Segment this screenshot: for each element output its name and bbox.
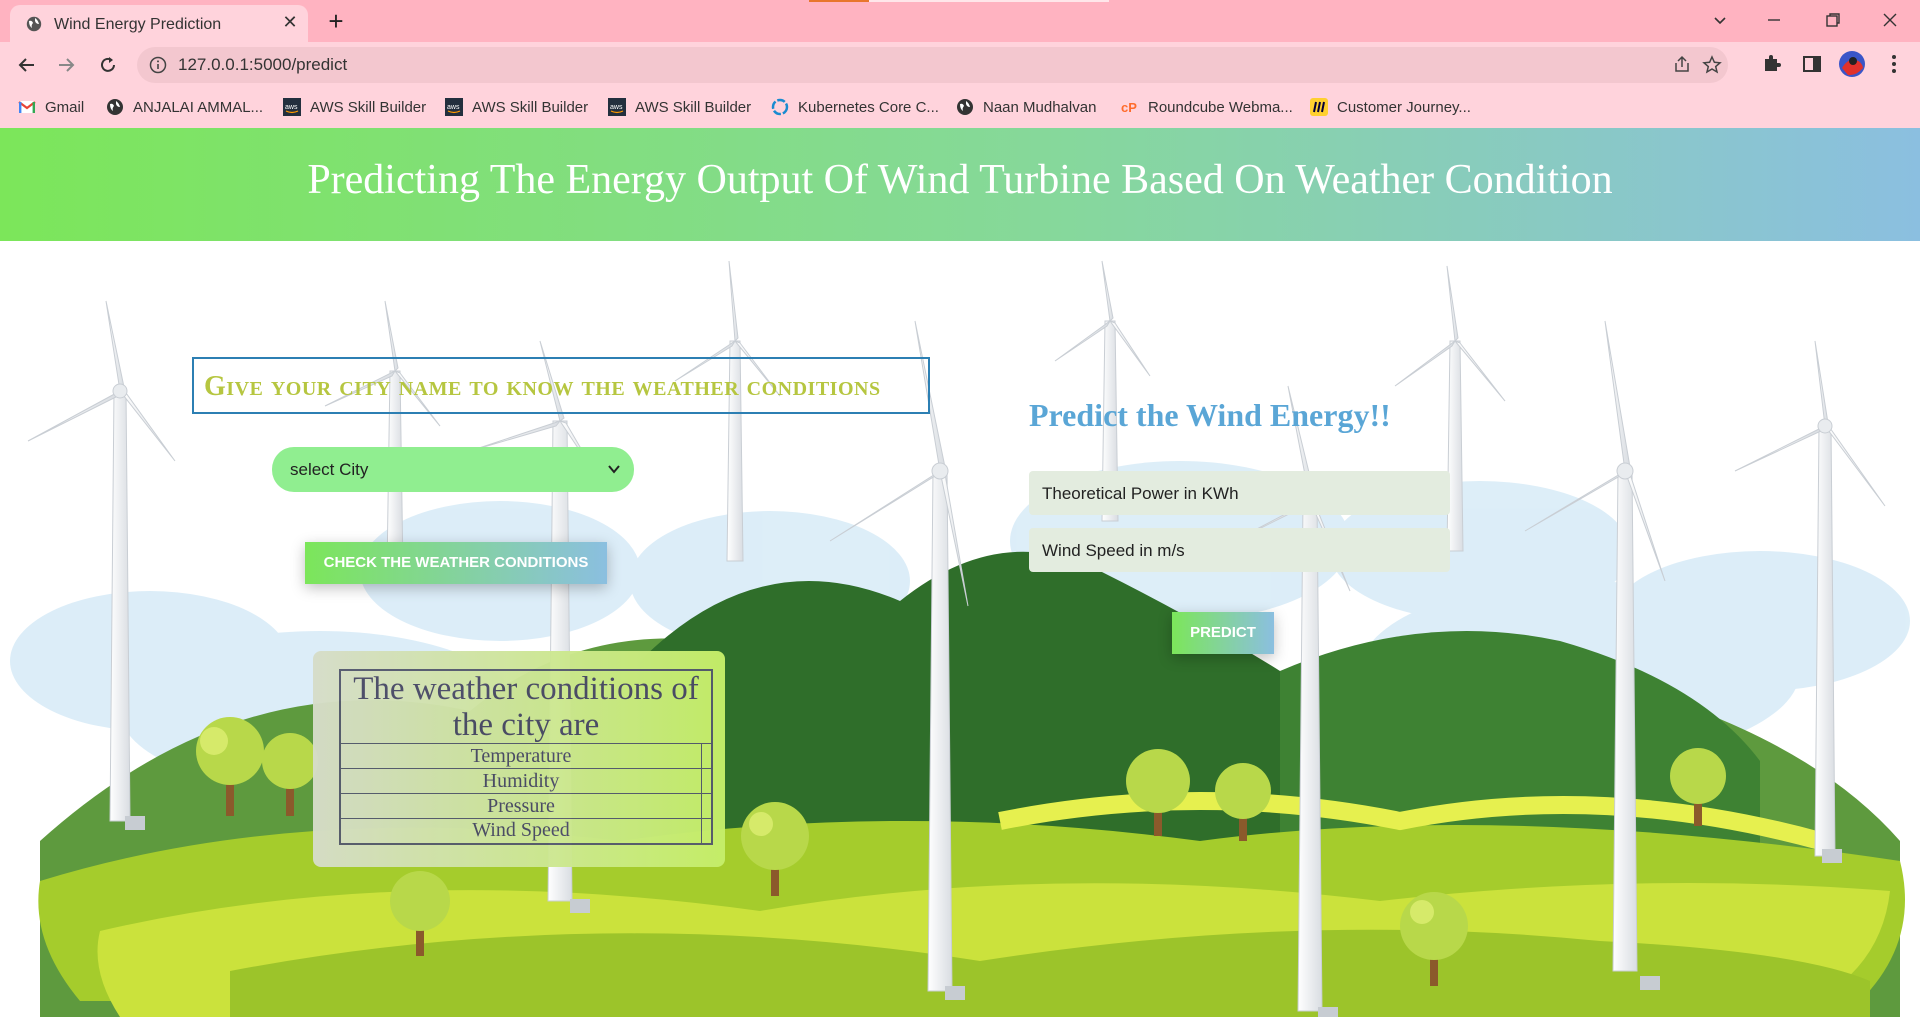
svg-text:cP: cP xyxy=(1121,100,1137,115)
weather-value-humidity xyxy=(701,768,713,794)
forward-icon[interactable] xyxy=(52,51,80,79)
close-window-icon[interactable] xyxy=(1870,6,1910,34)
reload-icon[interactable] xyxy=(94,51,122,79)
menu-kebab-icon[interactable] xyxy=(1882,52,1906,76)
bookmarks-bar: Gmail ANJALAI AMMAL... aws AWS Skill Bui… xyxy=(0,88,1920,124)
close-tab-icon[interactable]: ✕ xyxy=(280,12,300,32)
wind-speed-placeholder: Wind Speed in m/s xyxy=(1042,541,1185,560)
loading-accent xyxy=(809,0,869,2)
tab-bar: Wind Energy Prediction ✕ + xyxy=(0,0,1920,42)
city-heading-box: Give your city name to know the weather … xyxy=(192,357,930,414)
weather-value-pressure xyxy=(701,793,713,819)
globe-icon xyxy=(957,99,973,115)
bookmark-label: ANJALAI AMMAL... xyxy=(133,98,264,116)
bookmark-aws-2[interactable]: aws AWS Skill Builder xyxy=(445,96,588,118)
restore-icon[interactable] xyxy=(1813,6,1853,34)
cpanel-icon: cP xyxy=(1121,100,1137,115)
table-row: Wind Speed xyxy=(339,818,713,844)
city-select-value: select City xyxy=(290,460,369,479)
city-heading: Give your city name to know the weather … xyxy=(204,371,881,402)
weather-value-wind-speed xyxy=(701,818,713,844)
bookmark-label: AWS Skill Builder xyxy=(635,98,752,116)
profile-avatar[interactable] xyxy=(1838,50,1866,78)
predict-heading: Predict the Wind Energy!! xyxy=(1029,397,1391,433)
browser-chrome: Wind Energy Prediction ✕ + 127.0.0.1:500… xyxy=(0,0,1920,128)
url-text: 127.0.0.1:5000/predict xyxy=(178,55,348,74)
bookmark-kubernetes[interactable]: Kubernetes Core C... xyxy=(771,96,939,118)
globe-icon xyxy=(26,16,42,32)
tab-title: Wind Energy Prediction xyxy=(54,16,222,33)
chevron-down-icon xyxy=(608,465,620,474)
page-header: Predicting The Energy Output Of Wind Tur… xyxy=(0,128,1920,241)
extensions-icon[interactable] xyxy=(1760,52,1784,76)
bookmark-customer-journey[interactable]: Customer Journey... xyxy=(1310,96,1471,118)
bookmark-aws-1[interactable]: aws AWS Skill Builder xyxy=(283,96,426,118)
weather-label-wind-speed: Wind Speed xyxy=(339,818,702,844)
tab-active[interactable]: Wind Energy Prediction ✕ xyxy=(10,5,308,42)
check-weather-button[interactable]: CHECK THE WEATHER CONDITIONS xyxy=(305,542,607,584)
navigation-toolbar: 127.0.0.1:5000/predict xyxy=(0,42,1920,88)
miro-icon xyxy=(1310,98,1328,116)
minimize-icon[interactable] xyxy=(1754,6,1794,34)
weather-results-panel: The weather conditions of the city are T… xyxy=(313,651,725,867)
tab-search-icon[interactable] xyxy=(1700,6,1740,34)
city-select-dropdown[interactable]: select City xyxy=(272,447,634,492)
bookmark-aws-3[interactable]: aws AWS Skill Builder xyxy=(608,96,751,118)
svg-text:aws: aws xyxy=(285,104,298,111)
aws-icon: aws xyxy=(608,98,626,116)
weather-label-humidity: Humidity xyxy=(339,768,702,794)
web-page: Predicting The Energy Output Of Wind Tur… xyxy=(0,128,1920,1017)
svg-text:aws: aws xyxy=(610,104,623,111)
loading-accent-light xyxy=(869,0,1109,2)
page-title: Predicting The Energy Output Of Wind Tur… xyxy=(307,157,1613,203)
bookmark-naan-mudhalvan[interactable]: Naan Mudhalvan xyxy=(956,96,1096,118)
bookmark-gmail[interactable]: Gmail xyxy=(18,96,84,118)
weather-table-caption: The weather conditions of the city are xyxy=(339,669,713,744)
globe-icon xyxy=(107,99,123,115)
predict-button[interactable]: PREDICT xyxy=(1172,612,1274,654)
aws-icon: aws xyxy=(445,98,463,116)
bookmark-label: Kubernetes Core C... xyxy=(798,98,939,116)
table-row: Humidity xyxy=(339,768,713,794)
gmail-icon xyxy=(18,101,36,113)
bookmark-roundcube[interactable]: cP Roundcube Webma... xyxy=(1121,96,1293,118)
wind-speed-input[interactable]: Wind Speed in m/s xyxy=(1029,528,1450,572)
weather-value-temperature xyxy=(701,743,713,769)
new-tab-icon[interactable]: + xyxy=(322,8,350,36)
bookmark-anjalai[interactable]: ANJALAI AMMAL... xyxy=(106,96,263,118)
weather-label-temperature: Temperature xyxy=(339,743,702,769)
theoretical-power-placeholder: Theoretical Power in KWh xyxy=(1042,484,1239,503)
bookmark-label: Naan Mudhalvan xyxy=(983,98,1097,116)
check-weather-button-label: CHECK THE WEATHER CONDITIONS xyxy=(323,554,589,571)
site-info-icon[interactable] xyxy=(149,56,167,74)
side-panel-icon[interactable] xyxy=(1800,52,1824,76)
weather-label-pressure: Pressure xyxy=(339,793,702,819)
svg-text:aws: aws xyxy=(447,104,460,111)
table-row: Pressure xyxy=(339,793,713,819)
address-bar[interactable]: 127.0.0.1:5000/predict xyxy=(137,47,1728,83)
table-row: Temperature xyxy=(339,743,713,769)
kubernetes-icon xyxy=(771,98,789,116)
bookmark-label: AWS Skill Builder xyxy=(310,98,427,116)
back-icon[interactable] xyxy=(13,51,41,79)
bookmark-label: Gmail xyxy=(45,98,85,116)
aws-icon: aws xyxy=(283,98,301,116)
bookmark-label: Customer Journey... xyxy=(1337,98,1471,116)
bookmark-label: AWS Skill Builder xyxy=(472,98,589,116)
bookmark-star-icon[interactable] xyxy=(1702,55,1722,75)
theoretical-power-input[interactable]: Theoretical Power in KWh xyxy=(1029,471,1450,515)
bookmark-label: Roundcube Webma... xyxy=(1148,98,1293,116)
share-icon[interactable] xyxy=(1672,55,1692,75)
predict-button-label: PREDICT xyxy=(1190,624,1256,641)
weather-table: The weather conditions of the city are T… xyxy=(339,669,713,845)
